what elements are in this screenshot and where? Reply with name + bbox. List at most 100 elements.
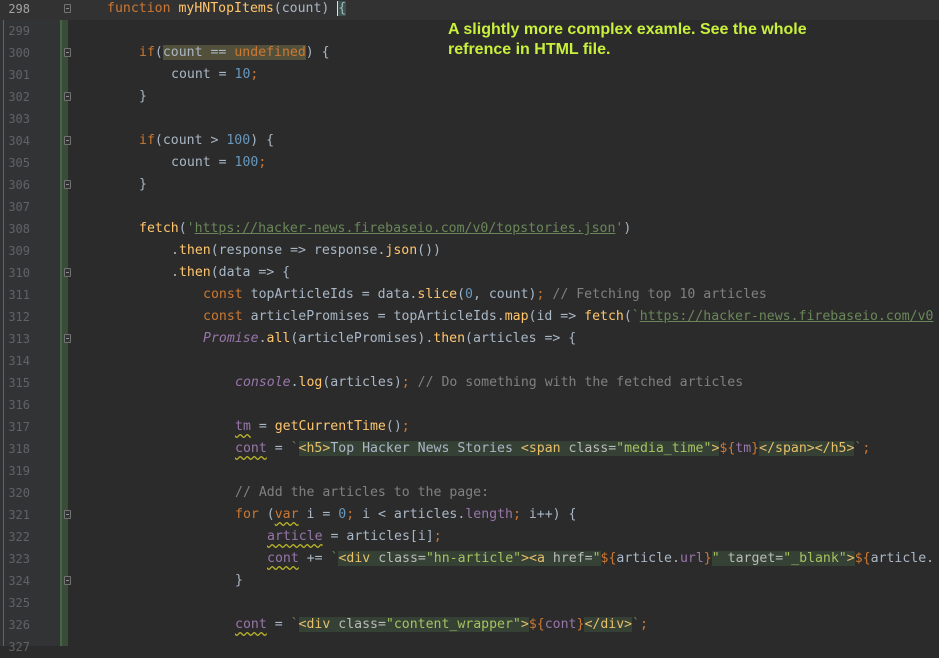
class-name: Promise [203, 331, 259, 346]
url-link[interactable]: https://hacker-news.firebaseio.com/v0 [640, 309, 934, 324]
code-line[interactable]: 304 if(count > 100) { [0, 130, 939, 152]
semicolon: ; [346, 507, 355, 522]
html-attr-value: "content_wrapper" [385, 617, 521, 632]
code-line[interactable]: 324 } [0, 570, 939, 592]
html-text: Top Hacker News Stories [330, 441, 521, 456]
code-line[interactable]: 317 tm = getCurrentTime(); [0, 416, 939, 438]
variable: article [267, 529, 323, 544]
semicolon: ; [401, 375, 410, 390]
fold-icon[interactable] [64, 136, 71, 145]
method: log [298, 375, 323, 390]
code-line[interactable]: 319 [0, 460, 939, 482]
code-line[interactable]: 327 [0, 636, 939, 658]
interp-close: } [751, 441, 760, 456]
code-line[interactable]: 326 cont = `<div class="content_wrapper"… [0, 614, 939, 636]
method: map [504, 309, 529, 324]
interp-var: tm [735, 441, 752, 456]
line-number: 324 [8, 574, 30, 588]
line-number: 300 [8, 46, 30, 60]
line-number: 318 [8, 442, 30, 456]
line-number: 326 [8, 618, 30, 632]
fold-icon[interactable] [64, 510, 71, 519]
line-number: 315 [8, 376, 30, 390]
line-number: 317 [8, 420, 30, 434]
code-line[interactable]: 323 cont += `<div class="hn-article"><a … [0, 548, 939, 570]
expression: = articles[i] [322, 529, 434, 544]
code-line[interactable]: 311 const topArticleIds = data.slice(0, … [0, 284, 939, 306]
code-line[interactable]: 303 [0, 108, 939, 130]
expression: i = [298, 507, 339, 522]
fold-icon[interactable] [64, 268, 71, 277]
declaration: articlePromises = topArticleIds. [242, 309, 505, 324]
code-line[interactable]: 308 fetch('https://hacker-news.firebasei… [0, 218, 939, 240]
code-line[interactable]: 315 console.log(articles); // Do somethi… [0, 372, 939, 394]
quote: ' [186, 221, 195, 236]
line-number: 308 [8, 222, 30, 236]
paren: ( [457, 287, 466, 302]
fold-icon[interactable] [64, 576, 71, 585]
function-name: myHNTopItems [178, 1, 274, 16]
code-line[interactable]: 320 // Add the articles to the page: [0, 482, 939, 504]
semicolon: ; [512, 507, 521, 522]
code-line[interactable]: 307 [0, 196, 939, 218]
fold-icon[interactable] [64, 334, 71, 343]
paren: ( [154, 45, 163, 60]
line-number: 327 [8, 640, 30, 654]
semicolon: ; [862, 441, 871, 456]
args: (articles) [322, 375, 402, 390]
semicolon: ; [258, 155, 267, 170]
html-attr-value: " [711, 551, 720, 566]
backtick: ` [290, 617, 299, 632]
code-line[interactable]: 316 [0, 394, 939, 416]
code-line[interactable]: 313 Promise.all(articlePromises).then(ar… [0, 328, 939, 350]
interp-var: article. [616, 551, 680, 566]
operator: = [266, 617, 291, 632]
number: 100 [226, 133, 251, 148]
code-line[interactable]: 325 [0, 592, 939, 614]
html-tag: </span></h5> [759, 441, 855, 456]
semicolon: ; [250, 67, 259, 82]
variable: cont [235, 441, 267, 456]
fold-icon[interactable] [64, 48, 71, 57]
url-link[interactable]: https://hacker-news.firebaseio.com/v0/to… [195, 221, 616, 236]
html-attr-value: "media_time" [616, 441, 712, 456]
method: slice [417, 287, 458, 302]
fold-icon[interactable] [64, 4, 71, 13]
interp-open: ${ [719, 441, 736, 456]
line-number: 322 [8, 530, 30, 544]
code-line[interactable]: 322 article = articles[i]; [0, 526, 939, 548]
fold-icon[interactable] [64, 92, 71, 101]
code-line[interactable]: 310 .then(data => { [0, 262, 939, 284]
code-line[interactable]: 314 [0, 350, 939, 372]
code-line[interactable]: 301 count = 10; [0, 64, 939, 86]
args: (data => { [210, 265, 291, 280]
editor[interactable]: 298 function myHNTopItems(count) { 299 3… [0, 0, 939, 654]
keyword: for [235, 507, 259, 522]
html-tag: <div [338, 551, 379, 566]
code-line[interactable]: 306 } [0, 174, 939, 196]
condition: (count > [154, 133, 227, 148]
declaration: topArticleIds = data. [242, 287, 418, 302]
code-line[interactable]: 305 count = 100; [0, 152, 939, 174]
comment: // Add the articles to the page: [235, 485, 490, 500]
interp-open: ${ [854, 551, 871, 566]
expression: i < articles. [354, 507, 466, 522]
interp-open: ${ [528, 617, 545, 632]
code-line[interactable]: 321 for (var i = 0; i < articles.length;… [0, 504, 939, 526]
code-line[interactable]: 309 .then(response => response.json()) [0, 240, 939, 262]
code-line[interactable]: 312 const articlePromises = topArticleId… [0, 306, 939, 328]
args: (articlePromises). [290, 331, 434, 346]
code-line[interactable]: 302 } [0, 86, 939, 108]
args: , count) [472, 287, 537, 302]
expression: i++) { [520, 507, 577, 522]
fold-icon[interactable] [64, 180, 71, 189]
code-line[interactable]: 318 cont = `<h5>Top Hacker News Stories … [0, 438, 939, 460]
line-number: 316 [8, 398, 30, 412]
line-number: 310 [8, 266, 30, 280]
semicolon: ; [640, 617, 648, 632]
code-line[interactable]: 298 function myHNTopItems(count) { [0, 0, 939, 20]
interp-var: article. [870, 551, 935, 566]
property: length [465, 507, 513, 522]
backtick: ` [631, 309, 640, 324]
args: (articles => { [465, 331, 577, 346]
